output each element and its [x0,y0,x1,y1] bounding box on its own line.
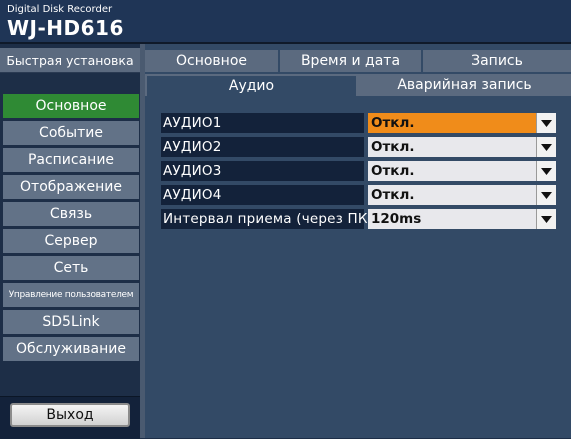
audio3-value: Откл. [371,163,415,179]
exit-area: Выход [0,396,140,439]
tab-audio[interactable]: Аудио [145,74,358,96]
main-panel: Основное Время и дата Запись Аудио Авари… [145,44,571,438]
pc-interval-select[interactable]: 120ms [368,209,556,229]
audio1-label: АУДИО1 [161,113,364,133]
sidebar-item-maintenance[interactable]: Обслуживание [3,337,139,361]
dropdown-arrow-icon[interactable] [536,137,556,157]
header-bar: Digital Disk Recorder WJ-HD616 [0,0,571,44]
dropdown-arrow-icon[interactable] [536,209,556,229]
audio2-label: АУДИО2 [161,137,364,157]
sidebar-item-basic[interactable]: Основное [3,94,139,118]
sidebar-item-sd5link[interactable]: SD5Link [3,310,139,334]
sidebar-menu: Основное Событие Расписание Отображение … [3,94,139,364]
audio4-value: Откл. [371,187,415,203]
sidebar-item-display[interactable]: Отображение [3,175,139,199]
sidebar-item-network[interactable]: Сеть [3,256,139,280]
audio1-value: Откл. [371,115,415,131]
pc-interval-label: Интервал приема (через ПК) [161,209,374,229]
quick-setup-button[interactable]: Быстрая установка [0,48,140,73]
audio3-label: АУДИО3 [161,161,364,181]
sidebar-item-event[interactable]: Событие [3,121,139,145]
audio2-select[interactable]: Откл. [368,137,556,157]
sidebar-item-user-management[interactable]: Управление пользователем [3,283,139,307]
product-type-label: Digital Disk Recorder [7,4,113,15]
sidebar: Быстрая установка Основное Событие Распи… [0,44,140,439]
tab-time-date[interactable]: Время и дата [280,50,423,72]
dropdown-arrow-icon[interactable] [536,161,556,181]
audio2-value: Откл. [371,139,415,155]
sub-tabs: Аудио Аварийная запись [145,74,571,96]
settings-list: АУДИО1 Откл. АУДИО2 Откл. АУДИО3 Откл. А… [161,113,556,233]
audio4-label: АУДИО4 [161,185,364,205]
setting-row: АУДИО2 Откл. [161,137,556,157]
tab-basic[interactable]: Основное [145,50,280,72]
setting-row: АУДИО4 Откл. [161,185,556,205]
dropdown-arrow-icon[interactable] [536,113,556,133]
audio1-select[interactable]: Откл. [368,113,556,133]
audio3-select[interactable]: Откл. [368,161,556,181]
model-name: WJ-HD616 [7,16,124,40]
sidebar-item-schedule[interactable]: Расписание [3,148,139,172]
sidebar-item-server[interactable]: Сервер [3,229,139,253]
tab-emergency-recording[interactable]: Аварийная запись [358,74,571,96]
sidebar-item-communication[interactable]: Связь [3,202,139,226]
setting-row: АУДИО3 Откл. [161,161,556,181]
top-tabs: Основное Время и дата Запись [145,50,571,72]
dropdown-arrow-icon[interactable] [536,185,556,205]
setting-row: АУДИО1 Откл. [161,113,556,133]
setting-row: Интервал приема (через ПК) 120ms [161,209,556,229]
exit-button[interactable]: Выход [10,403,130,427]
pc-interval-value: 120ms [371,211,422,227]
tab-recording[interactable]: Запись [423,50,571,72]
audio4-select[interactable]: Откл. [368,185,556,205]
